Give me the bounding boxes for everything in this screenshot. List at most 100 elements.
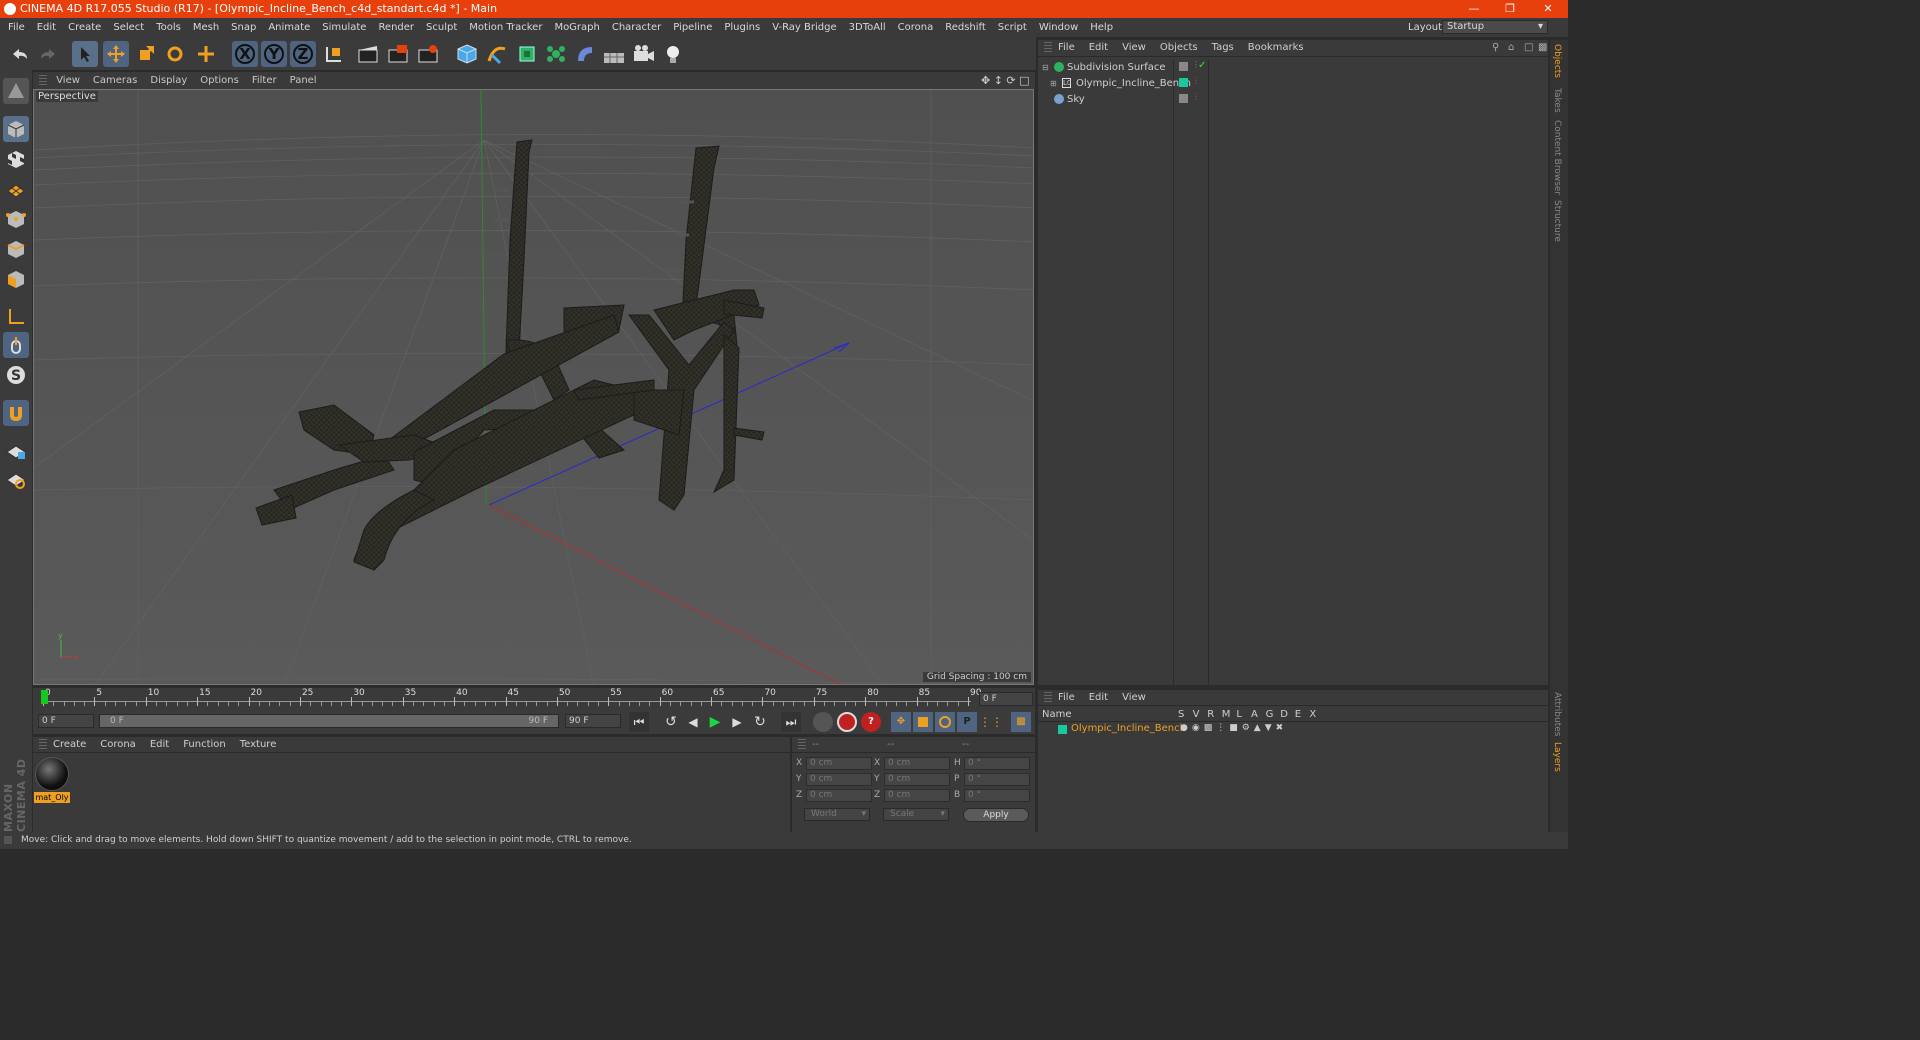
menu-redshift[interactable]: Redshift	[945, 18, 986, 37]
layer-toggle-icons[interactable]: ●◉▩⋮■⚙▲▼✖	[1180, 723, 1287, 733]
visibility-dots[interactable]: ⋮	[1192, 76, 1200, 85]
tab-layers[interactable]: Layers	[1552, 742, 1562, 772]
menu-corona[interactable]: Corona	[898, 18, 934, 37]
layer-tag-icon[interactable]	[1179, 62, 1188, 71]
camera-button[interactable]	[631, 41, 657, 67]
render-settings-button[interactable]	[415, 41, 441, 67]
coord-value-field[interactable]: 0 cm	[884, 757, 950, 770]
restore-button[interactable]: ❐	[1500, 0, 1520, 18]
key-parameter-button[interactable]: P	[957, 712, 977, 732]
layer-col-d[interactable]: D	[1280, 709, 1288, 720]
layer-color-swatch[interactable]	[1058, 725, 1067, 734]
layer-color-tag[interactable]	[1179, 78, 1188, 87]
object-menu-tags[interactable]: Tags	[1212, 42, 1234, 53]
menu-script[interactable]: Script	[998, 18, 1027, 37]
key-rotation-button[interactable]	[935, 712, 955, 732]
coord-value-field[interactable]: 0 cm	[806, 773, 872, 786]
coord-value-field[interactable]: 0 cm	[806, 789, 872, 802]
end-frame-field[interactable]: 90 F	[565, 714, 621, 728]
material-name-label[interactable]: mat_Oly	[34, 792, 70, 803]
menu-v-ray-bridge[interactable]: V-Ray Bridge	[772, 18, 836, 37]
tweak-mode-button[interactable]	[3, 332, 29, 358]
menu-mesh[interactable]: Mesh	[193, 18, 219, 37]
z-axis-lock-button[interactable]: Z	[290, 41, 316, 67]
apply-button[interactable]: Apply	[963, 808, 1029, 822]
timeline-window-button[interactable]: ▩	[1011, 712, 1031, 732]
material-menu-function[interactable]: Function	[183, 739, 226, 750]
panel-grip[interactable]	[39, 75, 47, 85]
panel-grip[interactable]	[1044, 42, 1052, 52]
object-menu-bookmarks[interactable]: Bookmarks	[1248, 42, 1304, 53]
points-mode-button[interactable]	[3, 206, 29, 232]
viewport-menu-panel[interactable]: Panel	[290, 75, 317, 86]
menu-sculpt[interactable]: Sculpt	[426, 18, 457, 37]
viewport-nav-icons[interactable]: ✥ ↕ ⟳ □	[981, 72, 1031, 89]
layer-col-s[interactable]: S	[1178, 709, 1184, 720]
key-pla-button[interactable]: ⋮⋮	[979, 712, 1003, 732]
layer-tag-icon[interactable]	[1179, 94, 1188, 103]
minimize-button[interactable]: —	[1464, 0, 1484, 18]
collapse-icon[interactable]: ▩	[1538, 40, 1547, 56]
play-button[interactable]: ▶	[705, 712, 725, 732]
layer-col-g[interactable]: G	[1266, 709, 1274, 720]
layer-col-l[interactable]: L	[1236, 709, 1242, 720]
next-keyframe-button[interactable]: ↻	[750, 712, 770, 732]
close-button[interactable]: ✕	[1538, 0, 1558, 18]
cube-object-button[interactable]	[454, 41, 480, 67]
step-back-button[interactable]: ◀	[683, 712, 703, 732]
keyframe-selection-button[interactable]	[813, 712, 833, 732]
menu-simulate[interactable]: Simulate	[322, 18, 366, 37]
material-menu-edit[interactable]: Edit	[150, 739, 169, 750]
collapse-toggle-icon[interactable]: ⊞	[1050, 79, 1057, 88]
autokeying-button[interactable]: ?	[861, 712, 881, 732]
camera-label[interactable]: Perspective	[36, 91, 98, 102]
viewport-menu-view[interactable]: View	[56, 75, 80, 86]
layer-col-v[interactable]: V	[1193, 709, 1200, 720]
floor-button[interactable]	[601, 41, 627, 67]
menu-render[interactable]: Render	[378, 18, 414, 37]
model-mode-button[interactable]	[3, 116, 29, 142]
object-menu-view[interactable]: View	[1122, 42, 1146, 53]
layer-col-a[interactable]: A	[1251, 709, 1258, 720]
object-row-bench[interactable]: ⊞ L0 Olympic_Incline_Bench ⋮	[1038, 76, 1548, 92]
timeline-ruler[interactable]: 051015202530354045505560657075808590 0 F	[33, 688, 1035, 710]
rotate-tool-button[interactable]	[162, 41, 188, 67]
material-menu-texture[interactable]: Texture	[240, 739, 277, 750]
grid-snap-button[interactable]	[3, 466, 29, 492]
coord-value-field[interactable]: 0 °	[964, 773, 1030, 786]
object-menu-file[interactable]: File	[1058, 42, 1075, 53]
make-editable-button[interactable]	[3, 78, 29, 104]
menu-window[interactable]: Window	[1039, 18, 1078, 37]
coord-value-field[interactable]: 0 cm	[884, 773, 950, 786]
menu-mograph[interactable]: MoGraph	[554, 18, 599, 37]
texture-mode-button[interactable]	[3, 146, 29, 172]
menu-select[interactable]: Select	[113, 18, 144, 37]
menu-edit[interactable]: Edit	[37, 18, 56, 37]
start-frame-field[interactable]: 0 F	[38, 714, 94, 728]
playhead[interactable]	[41, 690, 48, 704]
viewport-menu-filter[interactable]: Filter	[252, 75, 277, 86]
y-axis-lock-button[interactable]: Y	[261, 41, 287, 67]
frame-range-slider[interactable]: 0 F 90 F	[99, 714, 559, 728]
menu-help[interactable]: Help	[1090, 18, 1113, 37]
object-row-sky[interactable]: Sky ⋮	[1038, 92, 1548, 108]
x-axis-lock-button[interactable]: X	[232, 41, 258, 67]
menu-tools[interactable]: Tools	[156, 18, 181, 37]
workplane-mode-button[interactable]	[3, 176, 29, 202]
coordinate-space-select[interactable]: World ▾	[804, 808, 870, 821]
layer-col-m[interactable]: M	[1222, 709, 1231, 720]
key-scale-button[interactable]	[913, 712, 933, 732]
enabled-check-icon[interactable]: ✓	[1198, 60, 1206, 71]
layer-menu-file[interactable]: File	[1058, 692, 1075, 703]
menu-file[interactable]: File	[8, 18, 25, 37]
layout-select[interactable]: Startup ▾	[1442, 20, 1548, 34]
visibility-dots[interactable]: ⋮	[1192, 92, 1200, 101]
live-select-button[interactable]	[193, 41, 219, 67]
key-position-button[interactable]: ✥	[891, 712, 911, 732]
layer-menu-edit[interactable]: Edit	[1089, 692, 1108, 703]
perspective-viewport[interactable]: y x Perspective Grid Spacing : 100 cm	[33, 89, 1034, 685]
current-frame-field[interactable]: 0 F	[979, 692, 1033, 706]
edges-mode-button[interactable]	[3, 236, 29, 262]
coordinate-system-button[interactable]	[321, 41, 347, 67]
viewport-menu-options[interactable]: Options	[200, 75, 239, 86]
